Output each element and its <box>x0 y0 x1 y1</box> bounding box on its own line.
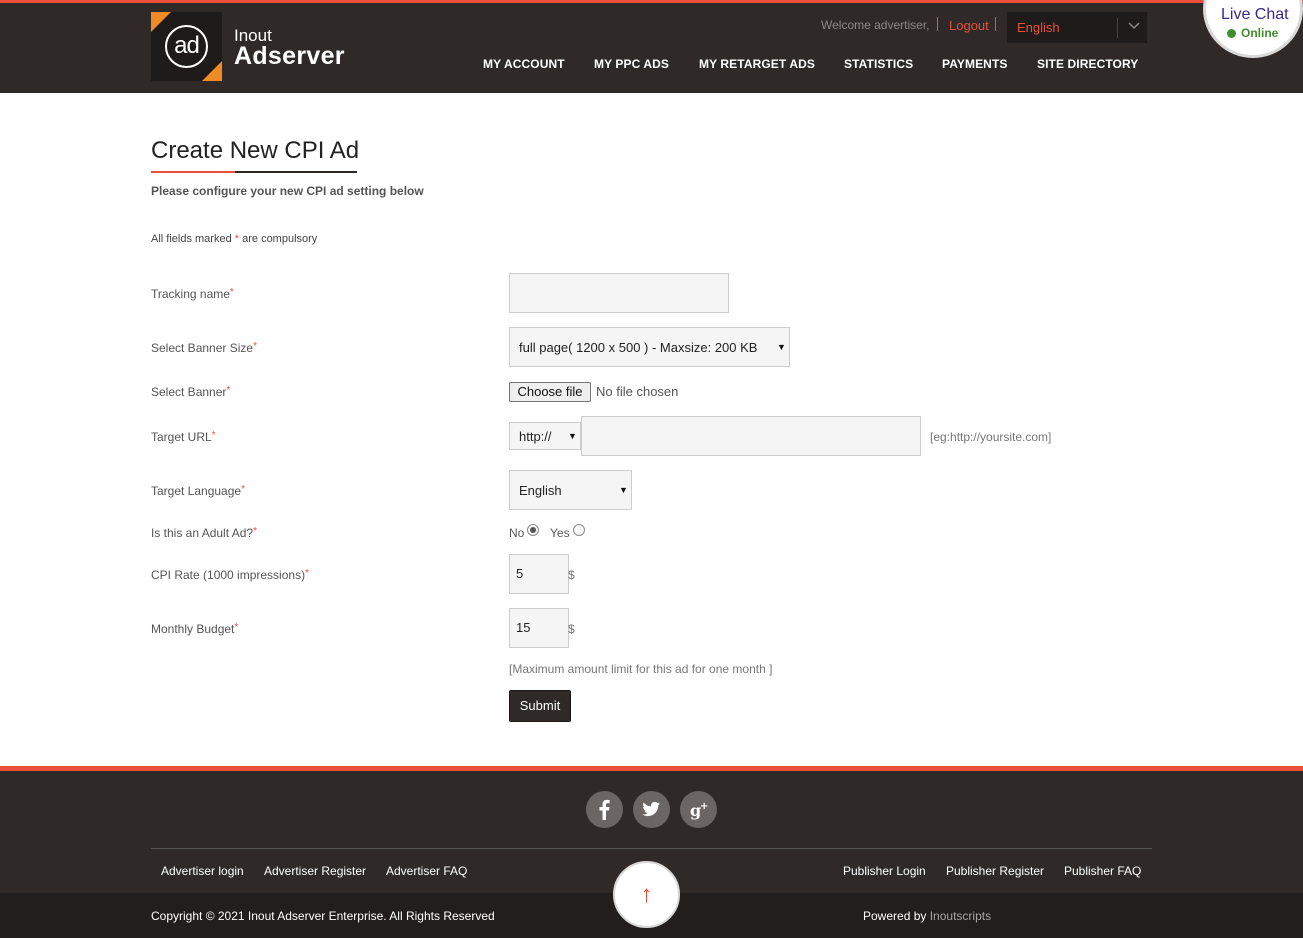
adult-ad-yes-radio[interactable] <box>573 524 585 536</box>
target-language-select-value: English <box>519 483 562 498</box>
dropdown-arrow-icon: ▼ <box>619 485 628 495</box>
url-protocol-select-value: http:// <box>519 429 552 444</box>
compulsory-note: All fields marked * are compulsory <box>151 233 317 245</box>
file-status-text: No file chosen <box>596 384 679 399</box>
live-chat-title: Live Chat <box>1221 6 1289 23</box>
nav-payments[interactable]: PAYMENTS <box>942 57 1007 71</box>
target-language-label: Target Language* <box>151 484 245 498</box>
submit-button[interactable]: Submit <box>509 690 571 722</box>
copyright-text: Copyright © 2021 Inout Adserver Enterpri… <box>151 909 495 923</box>
adult-ad-label: Is this an Adult Ad?* <box>151 526 257 540</box>
header-separator <box>995 17 996 31</box>
target-url-hint: [eg:http://yoursite.com] <box>930 430 1052 444</box>
required-star: * <box>229 287 234 298</box>
logo-text-adserver: Adserver <box>234 42 345 70</box>
welcome-text: Welcome advertiser, <box>821 18 930 32</box>
choose-file-button[interactable]: Choose file <box>509 382 591 402</box>
select-banner-label: Select Banner* <box>151 385 230 399</box>
required-star: * <box>226 385 231 396</box>
nav-my-retarget-ads[interactable]: MY RETARGET ADS <box>699 57 815 71</box>
monthly-budget-currency: $ <box>568 622 575 636</box>
banner-size-select-value: full page( 1200 x 500 ) - Maxsize: 200 K… <box>519 340 758 355</box>
target-language-label-text: Target Language <box>151 484 242 498</box>
facebook-icon[interactable] <box>586 791 623 828</box>
select-banner-label-text: Select Banner <box>151 385 227 399</box>
cpi-rate-input[interactable]: 5 <box>509 554 569 594</box>
cpi-rate-label: CPI Rate (1000 impressions)* <box>151 568 309 582</box>
required-star: * <box>234 233 240 245</box>
scroll-to-top-button[interactable]: ↑ <box>613 861 680 928</box>
footer-advertiser-register-link[interactable]: Advertiser Register <box>264 864 366 878</box>
live-chat-status: Online <box>1241 26 1279 40</box>
required-star: * <box>305 568 309 579</box>
monthly-budget-label-text: Monthly Budget <box>151 622 235 636</box>
footer-divider <box>151 848 1152 849</box>
arrow-up-icon: ↑ <box>640 881 653 908</box>
adult-ad-yes-label: Yes <box>550 526 570 540</box>
dropdown-arrow-icon: ▼ <box>568 431 577 441</box>
cpi-rate-label-text: CPI Rate (1000 impressions) <box>151 568 306 582</box>
logo-corner-bottom <box>202 61 222 81</box>
compulsory-note-prefix: All fields marked <box>151 233 232 245</box>
footer-advertiser-login-link[interactable]: Advertiser login <box>161 864 244 878</box>
cpi-rate-currency: $ <box>568 568 575 582</box>
language-select[interactable]: English <box>1007 12 1147 43</box>
page-title: Create New CPI Ad <box>151 137 360 164</box>
required-star: * <box>253 341 257 352</box>
language-select-divider <box>1117 18 1118 38</box>
logo[interactable]: ad <box>151 12 222 81</box>
target-language-select[interactable]: English ▼ <box>509 470 632 510</box>
online-status-icon <box>1227 29 1236 38</box>
adult-ad-no-radio[interactable] <box>527 524 539 536</box>
nav-my-ppc-ads[interactable]: MY PPC ADS <box>594 57 669 71</box>
twitter-icon[interactable] <box>633 791 670 828</box>
tracking-name-input[interactable] <box>509 273 729 313</box>
footer-publisher-faq-link[interactable]: Publisher FAQ <box>1064 864 1141 878</box>
target-url-label-text: Target URL <box>151 430 212 444</box>
url-protocol-select[interactable]: http:// ▼ <box>509 422 581 450</box>
header-separator <box>937 17 938 31</box>
logo-mark: ad <box>165 25 208 68</box>
nav-my-account[interactable]: MY ACCOUNT <box>483 57 565 71</box>
powered-by-brand-link[interactable]: Inoutscripts <box>930 909 991 923</box>
language-select-value: English <box>1017 20 1060 35</box>
footer-advertiser-faq-link[interactable]: Advertiser FAQ <box>386 864 467 878</box>
logo-corner-top <box>151 12 171 32</box>
banner-size-select[interactable]: full page( 1200 x 500 ) - Maxsize: 200 K… <box>509 327 790 367</box>
required-star: * <box>241 484 245 495</box>
nav-statistics[interactable]: STATISTICS <box>844 57 913 71</box>
google-plus-icon[interactable]: g + <box>680 791 717 828</box>
banner-size-label-text: Select Banner Size <box>151 341 254 355</box>
dropdown-arrow-icon: ▼ <box>777 342 786 352</box>
required-star: * <box>253 526 257 537</box>
powered-by-prefix: Powered by <box>863 909 927 923</box>
logout-link[interactable]: Logout <box>949 18 989 33</box>
title-underline-accent <box>151 171 235 173</box>
nav-site-directory[interactable]: SITE DIRECTORY <box>1037 57 1138 71</box>
page-subtitle: Please configure your new CPI ad setting… <box>151 184 424 198</box>
banner-size-label: Select Banner Size* <box>151 341 257 355</box>
tracking-name-label-text: Tracking name <box>151 287 230 301</box>
powered-by: Powered by Inoutscripts <box>863 909 991 923</box>
footer-publisher-login-link[interactable]: Publisher Login <box>843 864 926 878</box>
required-star: * <box>211 430 216 441</box>
target-url-label: Target URL* <box>151 430 216 444</box>
required-star: * <box>234 622 239 633</box>
chevron-down-icon <box>1127 18 1141 32</box>
compulsory-note-suffix: are compulsory <box>242 233 318 245</box>
adult-ad-no-label: No <box>509 526 525 540</box>
tracking-name-label: Tracking name* <box>151 287 234 301</box>
monthly-budget-label: Monthly Budget* <box>151 622 238 636</box>
adult-ad-label-text: Is this an Adult Ad? <box>151 526 254 540</box>
target-url-input[interactable] <box>581 416 921 456</box>
svg-text:+: + <box>700 801 708 812</box>
monthly-budget-input[interactable]: 15 <box>509 608 569 648</box>
footer-publisher-register-link[interactable]: Publisher Register <box>946 864 1044 878</box>
monthly-budget-hint: [Maximum amount limit for this ad for on… <box>509 662 773 676</box>
